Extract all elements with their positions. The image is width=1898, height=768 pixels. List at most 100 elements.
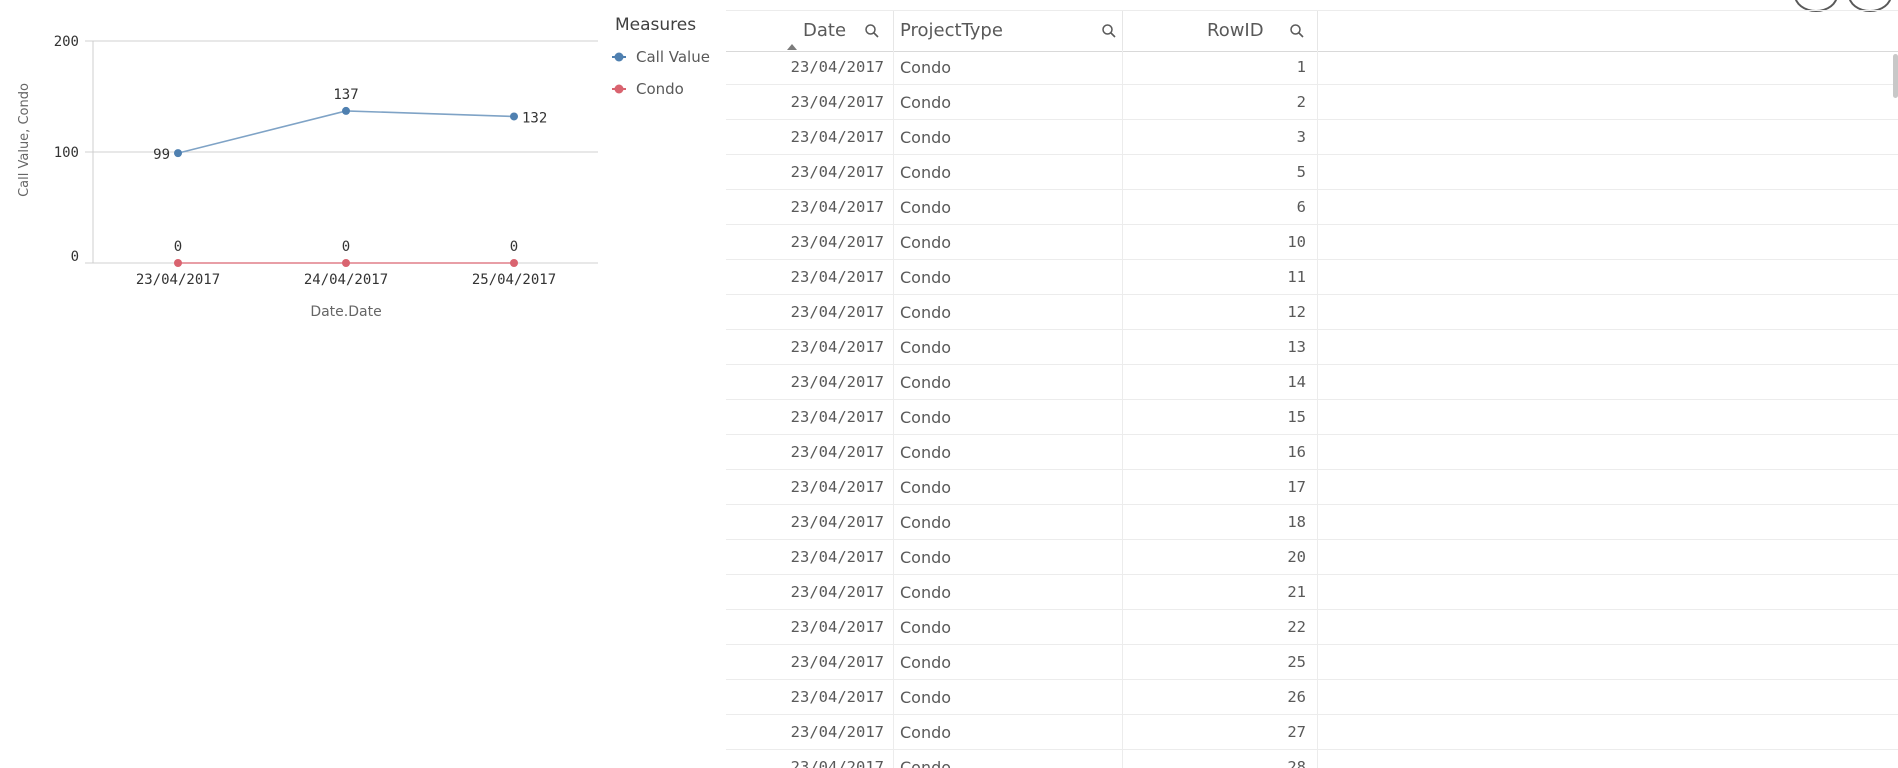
cell-projecttype[interactable]: Condo xyxy=(894,225,1123,260)
cell-projecttype[interactable]: Condo xyxy=(894,85,1123,120)
cell-rowid[interactable]: 21 xyxy=(1123,575,1318,610)
cell-rowid[interactable]: 3 xyxy=(1123,120,1318,155)
legend[interactable]: Call Value Condo xyxy=(612,48,710,98)
cell-projecttype[interactable]: Condo xyxy=(894,435,1123,470)
cell-rowid[interactable]: 13 xyxy=(1123,330,1318,365)
cell-date[interactable]: 23/04/2017 xyxy=(726,750,894,768)
cell-projecttype[interactable]: Condo xyxy=(894,575,1123,610)
cell-rowid[interactable]: 12 xyxy=(1123,295,1318,330)
table-row[interactable]: 23/04/2017 Condo 25 xyxy=(726,645,1898,680)
table-row[interactable]: 23/04/2017 Condo 14 xyxy=(726,365,1898,400)
cell-rowid[interactable]: 16 xyxy=(1123,435,1318,470)
table-row[interactable]: 23/04/2017 Condo 27 xyxy=(726,715,1898,750)
table-row[interactable]: 23/04/2017 Condo 10 xyxy=(726,225,1898,260)
table-row[interactable]: 23/04/2017 Condo 3 xyxy=(726,120,1898,155)
cell-projecttype[interactable]: Condo xyxy=(894,155,1123,190)
cell-rowid[interactable]: 6 xyxy=(1123,190,1318,225)
data-point[interactable] xyxy=(174,149,182,158)
table-row[interactable]: 23/04/2017 Condo 22 xyxy=(726,610,1898,645)
cell-projecttype[interactable]: Condo xyxy=(894,295,1123,330)
cell-projecttype[interactable]: Condo xyxy=(894,505,1123,540)
cell-date[interactable]: 23/04/2017 xyxy=(726,715,894,750)
cell-rowid[interactable]: 15 xyxy=(1123,400,1318,435)
cell-rowid[interactable]: 17 xyxy=(1123,470,1318,505)
data-point[interactable] xyxy=(510,112,518,121)
cell-projecttype[interactable]: Condo xyxy=(894,260,1123,295)
series-line-call-value[interactable] xyxy=(177,110,515,154)
column-header-projecttype[interactable]: ProjectType xyxy=(894,11,1123,51)
cell-projecttype[interactable]: Condo xyxy=(894,190,1123,225)
table-row[interactable]: 23/04/2017 Condo 5 xyxy=(726,155,1898,190)
cell-projecttype[interactable]: Condo xyxy=(894,470,1123,505)
cell-projecttype[interactable]: Condo xyxy=(894,750,1123,768)
cell-date[interactable]: 23/04/2017 xyxy=(726,120,894,155)
cell-projecttype[interactable]: Condo xyxy=(894,610,1123,645)
cell-date[interactable]: 23/04/2017 xyxy=(726,470,894,505)
cell-date[interactable]: 23/04/2017 xyxy=(726,190,894,225)
data-point[interactable] xyxy=(342,106,350,115)
column-header-rowid[interactable]: RowID xyxy=(1123,11,1318,51)
cell-rowid[interactable]: 10 xyxy=(1123,225,1318,260)
cell-rowid[interactable]: 20 xyxy=(1123,540,1318,575)
cell-projecttype[interactable]: Condo xyxy=(894,400,1123,435)
cell-projecttype[interactable]: Condo xyxy=(894,715,1123,750)
table-row[interactable]: 23/04/2017 Condo 16 xyxy=(726,435,1898,470)
cell-date[interactable]: 23/04/2017 xyxy=(726,435,894,470)
cell-projecttype[interactable]: Condo xyxy=(894,645,1123,680)
legend-item[interactable]: Condo xyxy=(636,80,684,98)
data-point[interactable] xyxy=(174,259,182,267)
cell-date[interactable]: 23/04/2017 xyxy=(726,540,894,575)
cell-rowid[interactable]: 22 xyxy=(1123,610,1318,645)
cell-projecttype[interactable]: Condo xyxy=(894,330,1123,365)
table-row[interactable]: 23/04/2017 Condo 21 xyxy=(726,575,1898,610)
cell-date[interactable]: 23/04/2017 xyxy=(726,155,894,190)
table-row[interactable]: 23/04/2017 Condo 12 xyxy=(726,295,1898,330)
data-point[interactable] xyxy=(342,259,350,267)
line-chart-panel[interactable]: 200 100 0 23/04/2017 24/04/2017 25/04/2017 9… xyxy=(0,0,720,768)
cell-projecttype[interactable]: Condo xyxy=(894,365,1123,400)
data-table[interactable]: Date ProjectType RowID 23/04/2017 Condo 1 2… xyxy=(726,0,1898,768)
cell-rowid[interactable]: 26 xyxy=(1123,680,1318,715)
cell-rowid[interactable]: 14 xyxy=(1123,365,1318,400)
cell-rowid[interactable]: 18 xyxy=(1123,505,1318,540)
cell-date[interactable]: 23/04/2017 xyxy=(726,85,894,120)
cell-rowid[interactable]: 2 xyxy=(1123,85,1318,120)
table-row[interactable]: 23/04/2017 Condo 15 xyxy=(726,400,1898,435)
search-icon[interactable] xyxy=(1289,23,1305,39)
cell-rowid[interactable]: 5 xyxy=(1123,155,1318,190)
table-row[interactable]: 23/04/2017 Condo 2 xyxy=(726,85,1898,120)
table-row[interactable]: 23/04/2017 Condo 11 xyxy=(726,260,1898,295)
data-point[interactable] xyxy=(510,259,518,267)
cell-projecttype[interactable]: Condo xyxy=(894,680,1123,715)
line-chart[interactable]: 200 100 0 23/04/2017 24/04/2017 25/04/2017 9… xyxy=(0,0,720,340)
table-row[interactable]: 23/04/2017 Condo 20 xyxy=(726,540,1898,575)
cell-date[interactable]: 23/04/2017 xyxy=(726,400,894,435)
cell-projecttype[interactable]: Condo xyxy=(894,120,1123,155)
table-row[interactable]: 23/04/2017 Condo 18 xyxy=(726,505,1898,540)
table-row[interactable]: 23/04/2017 Condo 13 xyxy=(726,330,1898,365)
table-row[interactable]: 23/04/2017 Condo 26 xyxy=(726,680,1898,715)
cell-rowid[interactable]: 28 xyxy=(1123,750,1318,768)
cell-date[interactable]: 23/04/2017 xyxy=(726,680,894,715)
cell-date[interactable]: 23/04/2017 xyxy=(726,295,894,330)
table-row[interactable]: 23/04/2017 Condo 6 xyxy=(726,190,1898,225)
cell-rowid[interactable]: 11 xyxy=(1123,260,1318,295)
cell-date[interactable]: 23/04/2017 xyxy=(726,610,894,645)
cell-date[interactable]: 23/04/2017 xyxy=(726,575,894,610)
table-row[interactable]: 23/04/2017 Condo 28 xyxy=(726,750,1898,768)
cell-date[interactable]: 23/04/2017 xyxy=(726,260,894,295)
column-header-date[interactable]: Date xyxy=(726,11,894,51)
cell-projecttype[interactable]: Condo xyxy=(894,50,1123,85)
cell-date[interactable]: 23/04/2017 xyxy=(726,645,894,680)
cell-date[interactable]: 23/04/2017 xyxy=(726,505,894,540)
table-row[interactable]: 23/04/2017 Condo 1 xyxy=(726,50,1898,85)
legend-item[interactable]: Call Value xyxy=(636,48,710,66)
cell-rowid[interactable]: 27 xyxy=(1123,715,1318,750)
cell-date[interactable]: 23/04/2017 xyxy=(726,365,894,400)
cell-projecttype[interactable]: Condo xyxy=(894,540,1123,575)
search-icon[interactable] xyxy=(1101,23,1117,39)
table-row[interactable]: 23/04/2017 Condo 17 xyxy=(726,470,1898,505)
cell-rowid[interactable]: 25 xyxy=(1123,645,1318,680)
cell-rowid[interactable]: 1 xyxy=(1123,50,1318,85)
vertical-scrollbar[interactable] xyxy=(1893,54,1898,98)
